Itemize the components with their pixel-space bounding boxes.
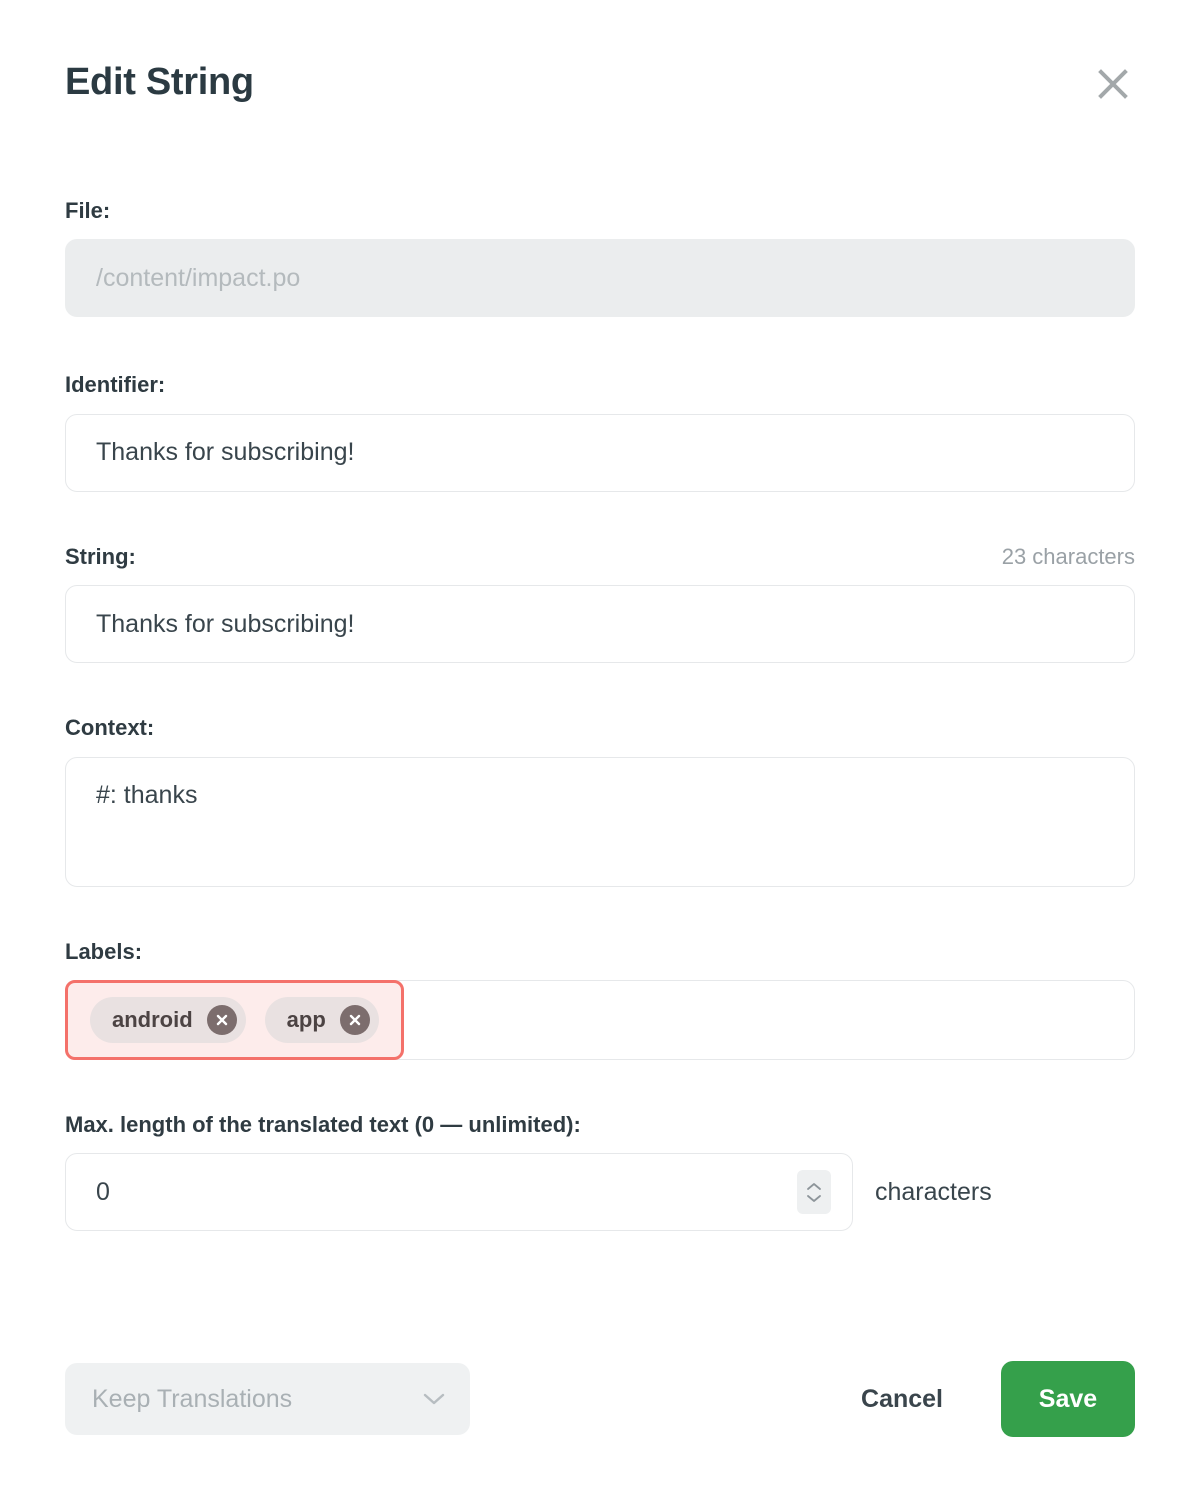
tag-remove-button[interactable] xyxy=(206,1004,237,1035)
string-label: String: xyxy=(65,543,136,569)
chevron-up-icon[interactable] xyxy=(806,1182,822,1191)
context-label-row: Context: xyxy=(65,715,1135,741)
labels-label-row: Labels: xyxy=(65,939,1135,965)
max-length-label-row: Max. length of the translated text (0 — … xyxy=(65,1112,1135,1138)
context-label: Context: xyxy=(65,715,155,741)
save-button[interactable]: Save xyxy=(1001,1361,1135,1437)
labels-label: Labels: xyxy=(65,938,143,964)
close-button[interactable] xyxy=(1091,62,1135,106)
labels-input-wrapper[interactable]: android app xyxy=(65,979,1135,1060)
keep-translations-label: Keep Translations xyxy=(92,1384,293,1413)
edit-string-dialog: Edit String File: Identifier: String: 23… xyxy=(0,0,1200,1509)
close-circle-icon xyxy=(214,1012,230,1028)
tag-chip[interactable]: android xyxy=(90,996,246,1043)
max-length-input[interactable] xyxy=(65,1153,853,1232)
quantity-stepper[interactable] xyxy=(797,1170,831,1215)
chevron-down-icon xyxy=(423,1393,445,1406)
keep-translations-select[interactable]: Keep Translations xyxy=(65,1363,470,1435)
close-icon xyxy=(1096,67,1130,101)
dialog-header: Edit String xyxy=(65,0,1135,132)
identifier-label-row: Identifier: xyxy=(65,372,1135,398)
field-string: String: 23 characters xyxy=(65,544,1135,664)
field-labels: Labels: android app xyxy=(65,939,1135,1060)
max-length-row: characters xyxy=(65,1153,1135,1232)
dialog-footer: Keep Translations Cancel Save xyxy=(65,1361,1135,1437)
file-input xyxy=(65,239,1135,318)
context-textarea[interactable] xyxy=(65,756,1135,887)
file-label-row: File: xyxy=(65,198,1135,224)
tag-label: android xyxy=(112,1006,193,1032)
max-length-unit: characters xyxy=(875,1177,992,1206)
identifier-input[interactable] xyxy=(65,413,1135,492)
identifier-label: Identifier: xyxy=(65,372,166,398)
footer-actions: Cancel Save xyxy=(861,1361,1135,1437)
max-length-label: Max. length of the translated text (0 — … xyxy=(65,1111,581,1137)
field-identifier: Identifier: xyxy=(65,372,1135,492)
tag-chip[interactable]: app xyxy=(264,996,379,1043)
close-circle-icon xyxy=(347,1012,363,1028)
cancel-button[interactable]: Cancel xyxy=(861,1385,943,1414)
tag-label: app xyxy=(286,1006,326,1032)
string-label-row: String: 23 characters xyxy=(65,544,1135,570)
field-max-length: Max. length of the translated text (0 — … xyxy=(65,1112,1135,1232)
file-label: File: xyxy=(65,198,111,223)
chevron-down-icon[interactable] xyxy=(806,1194,822,1203)
labels-selection-highlight: android app xyxy=(65,979,404,1060)
string-input[interactable] xyxy=(65,585,1135,664)
character-count: 23 characters xyxy=(1001,543,1135,569)
field-file: File: xyxy=(65,198,1135,318)
dialog-title: Edit String xyxy=(65,61,254,103)
field-context: Context: xyxy=(65,715,1135,887)
tag-remove-button[interactable] xyxy=(339,1004,370,1035)
max-length-input-wrapper xyxy=(65,1153,853,1232)
